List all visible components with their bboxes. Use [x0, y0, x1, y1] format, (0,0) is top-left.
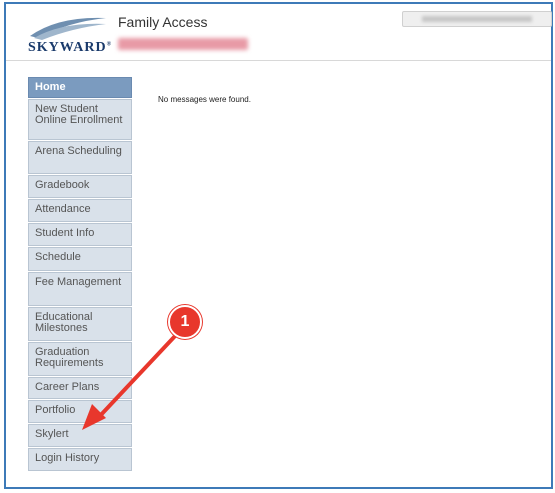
sidebar-item-new-student-online-enrollment[interactable]: New Student Online Enrollment: [28, 99, 132, 140]
content-area: Home New Student Online Enrollment Arena…: [6, 61, 551, 487]
logo-text: SKYWARD®: [28, 40, 113, 55]
sidebar-item-educational-milestones[interactable]: Educational Milestones: [28, 307, 132, 341]
sidebar-item-home[interactable]: Home: [28, 77, 132, 98]
browser-frame: SKYWARD® Family Access Home New Student …: [4, 2, 553, 489]
student-name-redacted: [118, 38, 248, 50]
sidebar-item-login-history[interactable]: Login History: [28, 448, 132, 471]
skyward-swoosh-icon: [30, 17, 106, 40]
sidebar-item-schedule[interactable]: Schedule: [28, 247, 132, 271]
no-messages-text: No messages were found.: [158, 95, 251, 104]
page-header: SKYWARD® Family Access: [6, 4, 552, 61]
sidebar-item-gradebook[interactable]: Gradebook: [28, 175, 132, 198]
sidebar-nav: Home New Student Online Enrollment Arena…: [28, 77, 132, 472]
sidebar-item-fee-management[interactable]: Fee Management: [28, 272, 132, 306]
sidebar-item-graduation-requirements[interactable]: Graduation Requirements: [28, 342, 132, 376]
app-title: Family Access: [118, 14, 208, 30]
skyward-logo[interactable]: SKYWARD®: [28, 14, 111, 55]
sidebar-item-skylert[interactable]: Skylert: [28, 424, 132, 447]
account-button-redacted[interactable]: [402, 11, 552, 27]
sidebar-item-attendance[interactable]: Attendance: [28, 199, 132, 222]
sidebar-item-portfolio[interactable]: Portfolio: [28, 400, 132, 423]
sidebar-item-career-plans[interactable]: Career Plans: [28, 377, 132, 399]
sidebar-item-student-info[interactable]: Student Info: [28, 223, 132, 246]
step-badge: 1: [168, 305, 202, 339]
sidebar-item-arena-scheduling[interactable]: Arena Scheduling: [28, 141, 132, 174]
